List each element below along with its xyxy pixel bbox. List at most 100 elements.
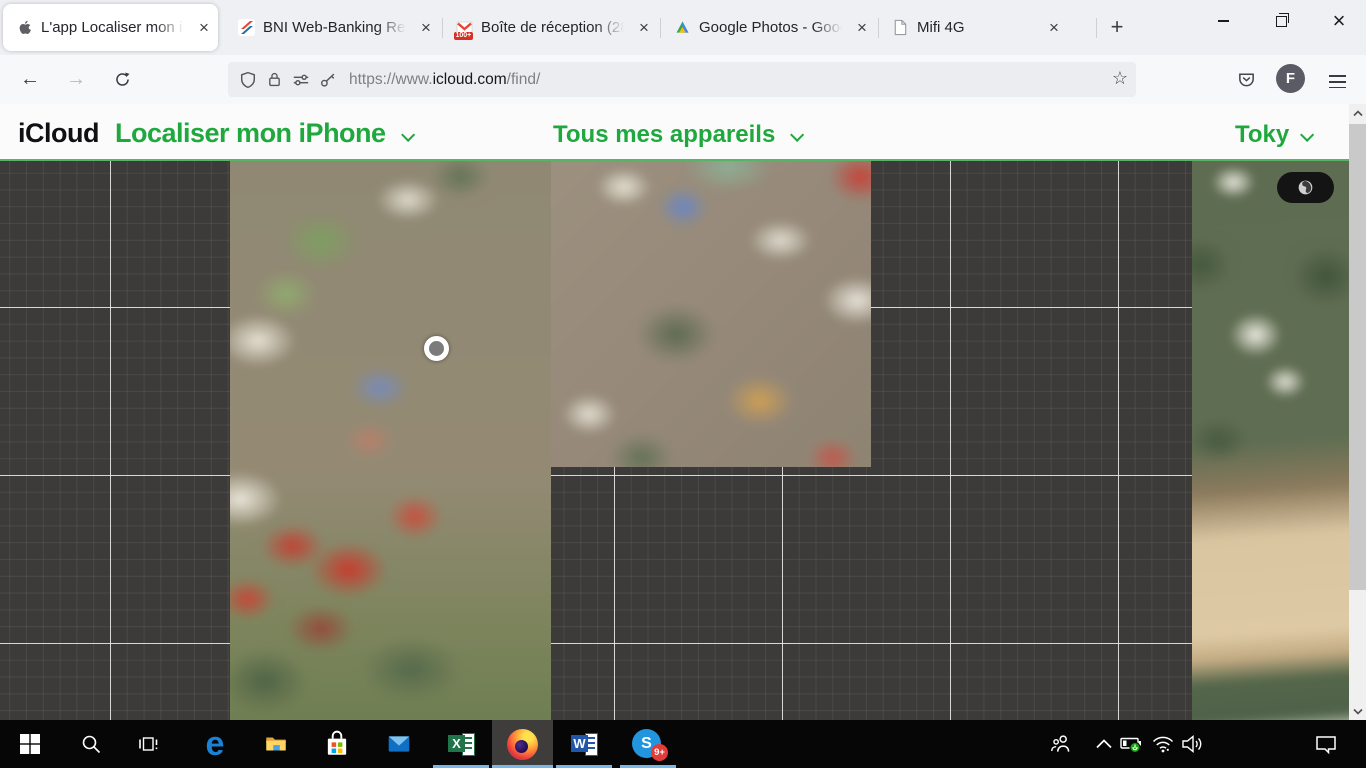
taskbar-search-button[interactable] — [80, 733, 102, 755]
gmail-icon: 100+ — [456, 19, 473, 36]
url-path: /find/ — [507, 71, 541, 88]
tab-close-icon[interactable]: × — [193, 18, 215, 38]
word-taskbar-button[interactable]: W — [571, 730, 598, 757]
page-scrollbar[interactable] — [1349, 104, 1366, 720]
tab-title: BNI Web-Banking Reta — [263, 19, 409, 36]
google-drive-icon — [674, 19, 691, 36]
mail-app-button[interactable] — [386, 731, 412, 757]
tab-mifi-4g[interactable]: Mifi 4G × — [879, 4, 1095, 51]
icloud-app-menu[interactable]: iCloud Localiser mon iPhone — [18, 118, 411, 149]
window-restore-button[interactable] — [1258, 0, 1304, 42]
url-prefix: https://www. — [349, 71, 433, 88]
action-center-button[interactable] — [1314, 733, 1338, 755]
all-devices-menu[interactable]: Tous mes appareils — [553, 121, 800, 149]
reload-icon — [114, 71, 131, 88]
lock-icon[interactable] — [266, 71, 283, 88]
tab-bni-webbanking[interactable]: BNI Web-Banking Reta × — [225, 4, 441, 51]
volume-button[interactable] — [1180, 733, 1206, 755]
tab-title: Google Photos - Goog — [699, 19, 845, 36]
task-view-icon — [137, 733, 159, 755]
edge-icon: e — [206, 727, 225, 761]
tab-close-icon[interactable]: × — [851, 18, 873, 38]
hidden-icons-button[interactable] — [1094, 735, 1114, 753]
battery-icon — [1119, 733, 1144, 755]
microsoft-store-button[interactable] — [324, 730, 350, 758]
account-avatar[interactable]: F — [1276, 64, 1305, 93]
device-location-marker[interactable] — [424, 336, 449, 361]
back-button[interactable]: ← — [12, 62, 48, 96]
file-explorer-button[interactable] — [263, 731, 289, 757]
tab-separator — [442, 18, 443, 38]
menu-button[interactable] — [1329, 71, 1346, 92]
mail-icon — [386, 731, 412, 757]
wifi-button[interactable] — [1151, 733, 1175, 755]
icloud-header: iCloud Localiser mon iPhone Tous mes app… — [0, 104, 1366, 161]
chevron-down-icon — [790, 128, 804, 142]
tab-title: L'app Localiser mon iP — [41, 19, 187, 36]
reload-button[interactable] — [104, 62, 140, 96]
tracking-shield-icon[interactable] — [239, 71, 257, 89]
scroll-down-button[interactable] — [1349, 702, 1366, 720]
permissions-icon[interactable] — [292, 71, 310, 89]
tab-close-icon[interactable]: × — [415, 18, 437, 38]
skype-notification-badge: 9+ — [651, 744, 668, 761]
forward-button[interactable]: → — [58, 62, 94, 96]
chevron-down-icon — [1353, 708, 1363, 715]
satellite-tile-beach — [1192, 161, 1349, 720]
tab-gmail-inbox[interactable]: 100+ Boîte de réception (28 × — [443, 4, 659, 51]
firefox-taskbar-button[interactable] — [492, 720, 553, 768]
microsoft-store-icon — [324, 730, 350, 758]
bookmark-star-icon[interactable]: ☆ — [1112, 68, 1128, 89]
scroll-up-button[interactable] — [1349, 104, 1366, 122]
people-icon — [1048, 731, 1074, 757]
firefox-icon — [507, 729, 538, 760]
url-text[interactable]: https://www.icloud.com/find/ — [349, 71, 540, 89]
satellite-tile-center — [551, 161, 871, 467]
screen: L'app Localiser mon iP × BNI Web-Banking… — [0, 0, 1366, 768]
tab-close-icon[interactable]: × — [633, 18, 655, 38]
satellite-tile-left — [230, 161, 551, 720]
battery-status-button[interactable] — [1119, 733, 1144, 755]
windows-taskbar: e X W S 9+ — [0, 720, 1366, 768]
pocket-button[interactable] — [1228, 62, 1264, 96]
saved-login-key-icon[interactable] — [319, 71, 337, 89]
hamburger-icon — [1329, 75, 1346, 77]
tab-google-photos[interactable]: Google Photos - Goog × — [661, 4, 877, 51]
window-close-button[interactable]: × — [1316, 0, 1362, 42]
account-initial: F — [1286, 70, 1295, 87]
start-button[interactable] — [10, 733, 50, 755]
tab-find-my-iphone[interactable]: L'app Localiser mon iP × — [3, 4, 218, 51]
people-button[interactable] — [1048, 731, 1074, 757]
bni-logo-icon — [238, 19, 255, 36]
icloud-brand: iCloud — [18, 118, 99, 148]
account-name: Toky — [1235, 121, 1289, 148]
all-devices-label: Tous mes appareils — [553, 121, 775, 148]
chevron-up-icon — [1353, 110, 1363, 117]
task-view-button[interactable] — [137, 733, 159, 755]
app-title: Localiser mon iPhone — [115, 118, 386, 148]
wifi-icon — [1151, 733, 1175, 755]
minimize-icon — [1218, 20, 1229, 22]
tab-title: Boîte de réception (28 — [481, 19, 627, 36]
new-tab-button[interactable]: + — [1102, 14, 1132, 40]
skype-icon: S 9+ — [632, 729, 661, 758]
url-bar[interactable]: https://www.icloud.com/find/ ☆ — [228, 62, 1136, 97]
skype-taskbar-button[interactable]: S 9+ — [632, 729, 661, 758]
edge-taskbar-button[interactable]: e — [198, 726, 232, 762]
window-minimize-button[interactable] — [1200, 0, 1246, 42]
file-explorer-icon — [263, 731, 289, 757]
search-icon — [80, 733, 102, 755]
scrollbar-thumb[interactable] — [1349, 124, 1366, 590]
chevron-up-icon — [1095, 738, 1113, 750]
windows-logo-icon — [19, 733, 41, 755]
pocket-icon — [1237, 70, 1256, 89]
tab-separator — [878, 18, 879, 38]
apple-icon — [16, 19, 33, 36]
restore-icon — [1276, 16, 1287, 27]
map-type-toggle-button[interactable] — [1277, 172, 1334, 203]
excel-taskbar-button[interactable]: X — [448, 730, 475, 757]
tab-separator — [660, 18, 661, 38]
tab-close-icon[interactable]: × — [1043, 18, 1065, 38]
map-canvas[interactable] — [0, 161, 1349, 720]
account-menu[interactable]: Toky — [1235, 121, 1310, 149]
